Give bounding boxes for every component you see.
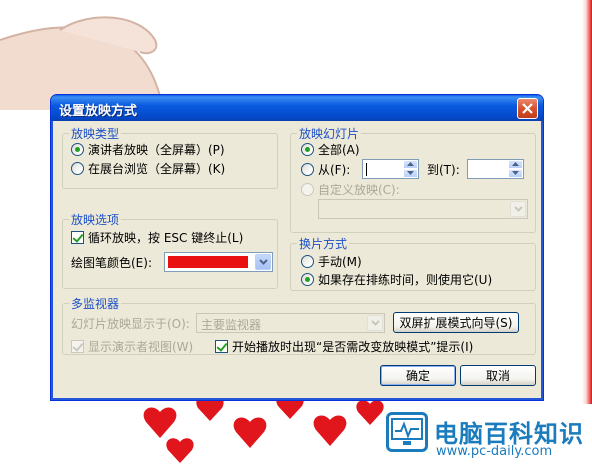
to-row: 到(T): bbox=[427, 161, 460, 178]
show-type-group: 放映类型 演讲者放映（全屏幕）(P) 在展台浏览（全屏幕）(K) bbox=[62, 125, 278, 189]
manual-option[interactable]: 手动(M) bbox=[301, 253, 362, 270]
all-slides-label: 全部(A) bbox=[318, 143, 360, 157]
dialog-title: 设置放映方式 bbox=[59, 104, 138, 119]
to-spinner[interactable] bbox=[467, 159, 524, 179]
dialog-body: 放映类型 演讲者放映（全屏幕）(P) 在展台浏览（全屏幕）(K) 放映选项 循环… bbox=[54, 121, 540, 397]
cancel-button[interactable]: 取消 bbox=[460, 365, 536, 386]
pen-color-dropdown[interactable] bbox=[255, 254, 271, 270]
manual-radio[interactable] bbox=[301, 255, 314, 268]
chevron-down-icon bbox=[259, 259, 268, 265]
pen-color-label: 绘图笔颜色(E): bbox=[71, 256, 152, 270]
mode-prompt-label: 开始播放时出现“是否需改变放映模式”提示(I) bbox=[232, 340, 474, 354]
slides-title: 放映幻灯片 bbox=[297, 125, 362, 142]
set-up-show-dialog: 设置放映方式 放映类型 演讲者放映（全屏幕）(P) 在展台浏览（全屏幕）(K) … bbox=[50, 94, 544, 401]
kiosk-option[interactable]: 在展台浏览（全屏幕）(K) bbox=[71, 160, 225, 177]
title-bar[interactable]: 设置放映方式 bbox=[51, 95, 543, 121]
show-type-title: 放映类型 bbox=[69, 125, 122, 142]
monitors-group: 多监视器 幻灯片放映显示于(O): 主要监视器 双屏扩展模式向导(S) 显示演示… bbox=[62, 295, 536, 355]
arrow-up-icon bbox=[512, 162, 519, 166]
show-options-title: 放映选项 bbox=[69, 211, 122, 228]
chevron-down-icon bbox=[371, 320, 380, 326]
from-label: 从(F): bbox=[318, 163, 351, 177]
presenter-view-option[interactable]: 显示演示者视图(W) bbox=[71, 338, 193, 355]
from-spinner[interactable] bbox=[362, 159, 419, 179]
presenter-view-label: 显示演示者视图(W) bbox=[88, 340, 194, 354]
custom-show-label: 自定义放映(C): bbox=[318, 183, 400, 197]
loop-option[interactable]: 循环放映，按 ESC 键终止(L) bbox=[71, 229, 243, 246]
presenter-label: 演讲者放映（全屏幕）(P) bbox=[88, 143, 225, 157]
presenter-radio[interactable] bbox=[71, 143, 84, 156]
pen-color-swatch bbox=[168, 256, 248, 268]
red-edge-decoration bbox=[582, 0, 592, 466]
custom-show-option[interactable]: 自定义放映(C): bbox=[301, 181, 400, 198]
display-on-label: 幻灯片放映显示于(O): bbox=[71, 317, 190, 331]
manual-label: 手动(M) bbox=[318, 255, 362, 269]
spin-down-button[interactable] bbox=[508, 169, 523, 178]
kiosk-radio[interactable] bbox=[71, 162, 84, 175]
loop-checkbox[interactable] bbox=[71, 231, 84, 244]
mode-prompt-checkbox[interactable] bbox=[215, 340, 228, 353]
custom-show-select[interactable] bbox=[318, 199, 528, 219]
close-button[interactable] bbox=[517, 98, 538, 119]
custom-show-dropdown[interactable] bbox=[510, 201, 526, 217]
close-icon bbox=[522, 103, 533, 114]
slides-group: 放映幻灯片 全部(A) 从(F): 到(T): 自定义放映(C): bbox=[290, 125, 536, 233]
custom-show-radio[interactable] bbox=[301, 183, 314, 196]
spin-up-button[interactable] bbox=[508, 160, 523, 169]
loop-label: 循环放映，按 ESC 键终止(L) bbox=[88, 231, 244, 245]
spin-down-button[interactable] bbox=[403, 169, 418, 178]
timings-radio[interactable] bbox=[301, 273, 314, 286]
advance-title: 换片方式 bbox=[297, 235, 350, 252]
monitors-title: 多监视器 bbox=[69, 295, 122, 312]
presenter-view-checkbox[interactable] bbox=[71, 340, 84, 353]
mode-prompt-option[interactable]: 开始播放时出现“是否需改变放映模式”提示(I) bbox=[215, 338, 473, 355]
all-slides-option[interactable]: 全部(A) bbox=[301, 141, 360, 158]
hearts-decoration bbox=[143, 394, 384, 463]
from-option[interactable]: 从(F): bbox=[301, 161, 350, 178]
chevron-down-icon bbox=[514, 206, 523, 212]
ok-button[interactable]: 确定 bbox=[380, 365, 456, 386]
spin-up-button[interactable] bbox=[403, 160, 418, 169]
show-options-group: 放映选项 循环放映，按 ESC 键终止(L) 绘图笔颜色(E): bbox=[62, 211, 278, 289]
timings-label: 如果存在排练时间，则使用它(U) bbox=[318, 273, 493, 287]
arrow-down-icon bbox=[407, 171, 414, 175]
pen-color-row: 绘图笔颜色(E): bbox=[71, 254, 152, 271]
display-on-row: 幻灯片放映显示于(O): bbox=[71, 315, 190, 332]
display-on-select[interactable]: 主要监视器 bbox=[196, 313, 385, 333]
pen-color-picker[interactable] bbox=[164, 252, 273, 272]
watermark: 电脑百科知识 www.pc-daily.com bbox=[384, 404, 592, 466]
advance-group: 换片方式 手动(M) 如果存在排练时间，则使用它(U) bbox=[290, 235, 536, 291]
timings-option[interactable]: 如果存在排练时间，则使用它(U) bbox=[301, 271, 492, 288]
to-label: 到(T): bbox=[427, 163, 460, 177]
monitor-logo-icon bbox=[386, 412, 428, 452]
arrow-up-icon bbox=[407, 162, 414, 166]
display-on-value: 主要监视器 bbox=[201, 318, 262, 332]
watermark-url: www.pc-daily.com bbox=[436, 444, 553, 459]
arrow-down-icon bbox=[512, 171, 519, 175]
presenter-option[interactable]: 演讲者放映（全屏幕）(P) bbox=[71, 141, 225, 158]
from-radio[interactable] bbox=[301, 163, 314, 176]
display-on-dropdown[interactable] bbox=[367, 315, 383, 331]
all-slides-radio[interactable] bbox=[301, 143, 314, 156]
dual-screen-wizard-button[interactable]: 双屏扩展模式向导(S) bbox=[393, 312, 519, 333]
kiosk-label: 在展台浏览（全屏幕）(K) bbox=[88, 162, 226, 176]
